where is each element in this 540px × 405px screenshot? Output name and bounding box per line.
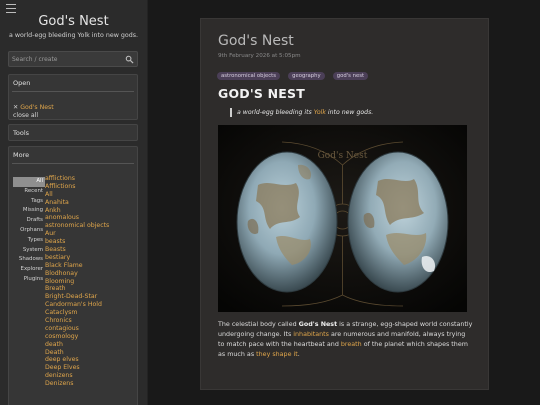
- list-item[interactable]: Bright-Dead-Star: [45, 293, 135, 301]
- they-shape-it-link[interactable]: they shape it: [256, 351, 298, 358]
- open-panel: Open ✕ God's Nest close all: [8, 74, 138, 120]
- search-input[interactable]: [12, 53, 122, 65]
- page-heading: GOD'S NEST: [218, 86, 305, 101]
- list-item[interactable]: Blooming: [45, 278, 135, 286]
- list-item[interactable]: Ankh: [45, 207, 135, 215]
- tiddler-body: The celestial body called God's Nest is …: [218, 320, 473, 360]
- list-item[interactable]: cosmology: [45, 333, 135, 341]
- list-item[interactable]: Death: [45, 349, 135, 357]
- list-item[interactable]: Candorman's Hold: [45, 301, 135, 309]
- tab-missing[interactable]: Missing: [13, 206, 45, 216]
- list-item[interactable]: Denizens: [45, 380, 135, 388]
- tab-system[interactable]: System: [13, 246, 45, 256]
- more-panel: More All Recent Tags Missing Drafts Orph…: [8, 146, 138, 405]
- tools-panel-heading[interactable]: Tools: [9, 125, 137, 137]
- list-item[interactable]: afflictions: [45, 175, 135, 183]
- tiddler-tags: astronomical objects geography god's nes…: [217, 62, 371, 81]
- site-subtitle: a world-egg bleeding Yolk into new gods.: [8, 32, 139, 39]
- tab-orphans[interactable]: Orphans: [13, 226, 45, 236]
- list-item[interactable]: denizens: [45, 372, 135, 380]
- tab-drafts[interactable]: Drafts: [13, 216, 45, 226]
- tiddler-date: 9th February 2026 at 5:05pm: [218, 53, 301, 59]
- hamburger-icon[interactable]: [6, 4, 16, 13]
- body-bold-term: God's Nest: [298, 321, 338, 328]
- right-egg-world: [347, 151, 449, 293]
- tab-types[interactable]: Types: [13, 236, 45, 246]
- tag-chip[interactable]: astronomical objects: [217, 72, 281, 80]
- tab-plugins[interactable]: Plugins: [13, 275, 45, 285]
- close-all-link[interactable]: close all: [13, 112, 38, 119]
- list-item[interactable]: Anahita: [45, 199, 135, 207]
- list-item[interactable]: anomalous: [45, 214, 135, 222]
- list-item[interactable]: Afflictions: [45, 183, 135, 191]
- list-item[interactable]: Beasts: [45, 246, 135, 254]
- more-panel-heading[interactable]: More: [9, 147, 137, 159]
- more-tabs: All Recent Tags Missing Drafts Orphans T…: [13, 177, 45, 285]
- tag-chip[interactable]: god's nest: [332, 72, 369, 80]
- search-icon[interactable]: [125, 55, 134, 64]
- body-text: The celestial body called: [218, 321, 299, 328]
- list-item[interactable]: All: [45, 191, 135, 199]
- epigraph-quote: a world-egg bleeding its Yolk into new g…: [230, 108, 373, 117]
- body-text: .: [297, 351, 300, 358]
- divider: [12, 91, 134, 92]
- image-caption: God's Nest: [318, 151, 368, 161]
- open-tiddler-item[interactable]: ✕ God's Nest: [13, 104, 54, 111]
- search-box: [8, 51, 138, 67]
- open-panel-heading[interactable]: Open: [9, 75, 137, 87]
- tab-recent[interactable]: Recent: [13, 187, 45, 197]
- list-item[interactable]: beasts: [45, 238, 135, 246]
- inhabitants-link[interactable]: inhabitants: [293, 331, 329, 338]
- gods-nest-illustration: God's Nest: [218, 125, 467, 312]
- divider: [12, 163, 134, 164]
- tab-all[interactable]: All: [13, 177, 45, 187]
- tab-shadows[interactable]: Shadows: [13, 255, 45, 265]
- tools-panel: Tools: [8, 124, 138, 141]
- tab-explorer[interactable]: Explorer: [13, 265, 45, 275]
- quote-text: into new gods.: [325, 109, 374, 116]
- list-item[interactable]: Black Flame: [45, 262, 135, 270]
- tag-chip[interactable]: geography: [288, 72, 325, 80]
- left-egg-world: [236, 151, 338, 293]
- list-item[interactable]: astronomical objects: [45, 222, 135, 230]
- tiddler-card: God's Nest 9th February 2026 at 5:05pm a…: [200, 18, 489, 390]
- list-item[interactable]: Chronics: [45, 317, 135, 325]
- list-item[interactable]: Breath: [45, 285, 135, 293]
- site-title[interactable]: God's Nest: [0, 14, 147, 29]
- list-item[interactable]: death: [45, 341, 135, 349]
- tiddler-title: God's Nest: [218, 33, 294, 49]
- tab-tags[interactable]: Tags: [13, 197, 45, 207]
- open-tiddler-label[interactable]: God's Nest: [20, 104, 54, 111]
- yolk-link[interactable]: Yolk: [314, 109, 326, 116]
- all-tiddlers-list: afflictions Afflictions All Anahita Ankh…: [45, 175, 135, 388]
- list-item[interactable]: contagious: [45, 325, 135, 333]
- list-item[interactable]: Blodhonay: [45, 270, 135, 278]
- list-item[interactable]: Deep Elves: [45, 364, 135, 372]
- close-icon[interactable]: ✕: [13, 104, 18, 111]
- list-item[interactable]: Cataclysm: [45, 309, 135, 317]
- list-item[interactable]: deep elves: [45, 356, 135, 364]
- sidebar: God's Nest a world-egg bleeding Yolk int…: [0, 0, 148, 405]
- list-item[interactable]: Aur: [45, 230, 135, 238]
- breath-link[interactable]: breath: [341, 341, 362, 348]
- quote-text: a world-egg bleeding its: [237, 109, 314, 116]
- list-item[interactable]: bestiary: [45, 254, 135, 262]
